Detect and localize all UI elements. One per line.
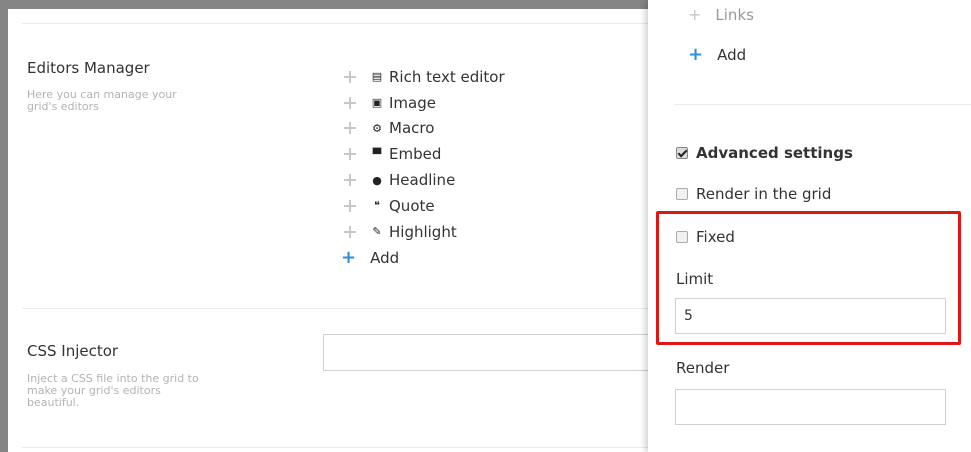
drag-handle-icon[interactable] (344, 148, 356, 161)
main-settings-area: Editors Manager Here you can manage your… (8, 9, 653, 452)
drag-handle-icon[interactable] (344, 70, 356, 83)
divider (674, 104, 971, 105)
editor-item[interactable]: ▤ Rich text editor (344, 64, 505, 90)
editor-label: Headline (389, 171, 456, 190)
css-injector-title: CSS Injector (27, 342, 119, 360)
render-in-grid-toggle[interactable]: Render in the grid (676, 185, 831, 203)
highlight-icon: ✎ (372, 225, 382, 239)
editor-item[interactable]: ✎ Highlight (344, 219, 505, 245)
advanced-settings-checkbox[interactable] (676, 147, 688, 159)
window-frame-left (0, 0, 8, 452)
rich-text-icon: ▤ (371, 70, 383, 84)
editor-item[interactable]: ⚙ Macro (344, 116, 505, 142)
drag-handle-icon[interactable] (344, 96, 356, 109)
advanced-settings-toggle[interactable]: Advanced settings (676, 144, 853, 162)
drag-handle-icon[interactable] (344, 199, 356, 212)
editor-item[interactable]: ▀ Embed (344, 141, 505, 167)
divider (22, 23, 648, 24)
links-item[interactable]: + Links (688, 6, 754, 24)
editor-item[interactable]: ❝ Quote (344, 193, 505, 219)
editor-list: ▤ Rich text editor ▣ Image ⚙ Macro ▀ Embed ● Head… (344, 64, 505, 245)
editor-label: Rich text editor (389, 67, 505, 86)
plus-icon: + (341, 247, 357, 268)
editor-item[interactable]: ▣ Image (344, 90, 505, 116)
drag-handle-icon: + (688, 5, 702, 24)
add-editor-button[interactable]: + Add (341, 247, 399, 268)
drag-handle-icon[interactable] (344, 122, 356, 135)
quote-icon: ❝ (374, 199, 380, 213)
editor-label: Macro (389, 119, 435, 138)
divider (22, 447, 648, 448)
editor-label: Image (389, 93, 436, 112)
editor-label: Quote (389, 196, 435, 215)
divider (22, 308, 648, 309)
editors-manager-title: Editors Manager (27, 59, 150, 77)
add-link-button[interactable]: + Add (688, 44, 746, 65)
highlight-annotation-box (656, 211, 961, 345)
editor-label: Highlight (389, 222, 457, 241)
render-in-grid-checkbox[interactable] (676, 188, 688, 200)
render-input[interactable] (675, 389, 946, 425)
render-label: Render (676, 359, 730, 377)
plus-icon: + (688, 44, 704, 65)
macro-icon: ⚙ (372, 121, 382, 135)
css-injector-input[interactable] (323, 334, 653, 371)
headline-icon: ● (372, 173, 382, 187)
drag-handle-icon[interactable] (344, 174, 356, 187)
css-injector-description: Inject a CSS file into the grid to make … (27, 372, 199, 409)
embed-icon: ▀ (372, 147, 382, 161)
editor-item[interactable]: ● Headline (344, 167, 505, 193)
editors-manager-description: Here you can manage your grid's editors (27, 88, 177, 113)
image-icon: ▣ (371, 96, 383, 110)
drag-handle-icon[interactable] (344, 225, 356, 238)
editor-label: Embed (389, 145, 442, 164)
